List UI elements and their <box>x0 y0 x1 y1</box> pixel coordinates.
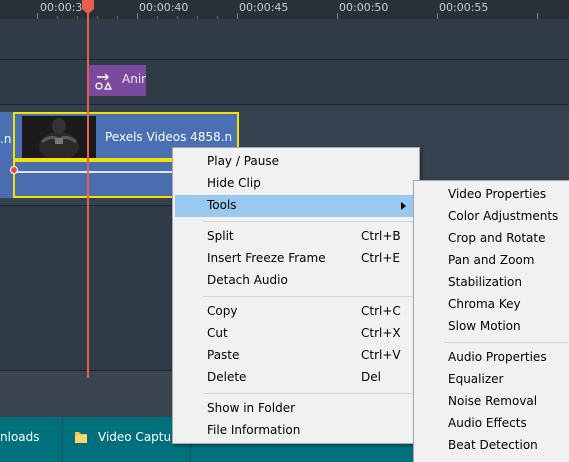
menu-item-paste[interactable]: Paste Ctrl+V <box>173 345 419 367</box>
track-effects[interactable] <box>0 60 569 104</box>
submenu-item-pan-and-zoom[interactable]: Pan and Zoom <box>414 250 569 272</box>
menu-item-tools[interactable]: Tools <box>175 195 417 217</box>
menu-item-split[interactable]: Split Ctrl+B <box>173 226 419 248</box>
menu-item-file-information[interactable]: File Information <box>173 420 419 442</box>
context-menu: Play / Pause Hide Clip Tools Split Ctrl+… <box>172 147 420 444</box>
menu-item-label: Audio Properties <box>448 350 547 364</box>
taskbar-item-downloads[interactable]: nloads <box>0 430 40 444</box>
animation-label: Anim <box>122 72 146 86</box>
menu-item-label: Stabilization <box>448 275 522 289</box>
video-clip-previous[interactable]: .n <box>0 112 13 160</box>
ruler-label: 00:00:55 <box>439 1 489 14</box>
ruler-label: 00:00:45 <box>239 1 289 14</box>
ruler-label: 00:00:40 <box>139 1 189 14</box>
menu-item-label: Delete <box>207 370 247 384</box>
ruler-label: 00:00:3 <box>40 1 83 14</box>
menu-item-delete[interactable]: Delete Del <box>173 367 419 389</box>
menu-item-label: Show in Folder <box>207 401 296 415</box>
menu-item-label: Equalizer <box>448 372 504 386</box>
menu-item-label: Noise Removal <box>448 394 538 408</box>
taskbar-divider <box>62 417 63 462</box>
menu-item-insert-freeze-frame[interactable]: Insert Freeze Frame Ctrl+E <box>173 248 419 270</box>
menu-item-label: Copy <box>207 304 238 318</box>
menu-item-hide-clip[interactable]: Hide Clip <box>173 173 419 195</box>
menu-item-shortcut: Ctrl+C <box>361 304 401 318</box>
menu-item-detach-audio[interactable]: Detach Audio <box>173 270 419 292</box>
menu-item-label: Chroma Key <box>448 297 521 311</box>
submenu-item-beat-detection[interactable]: Beat Detection <box>414 435 569 457</box>
menu-item-label: Pan and Zoom <box>448 253 535 267</box>
menu-item-shortcut: Ctrl+B <box>361 229 401 243</box>
menu-item-label: Crop and Rotate <box>448 231 546 245</box>
clip-name: Pexels Videos 4858.n <box>105 130 233 144</box>
submenu-item-crop-and-rotate[interactable]: Crop and Rotate <box>414 228 569 250</box>
submenu-item-audio-effects[interactable]: Audio Effects <box>414 413 569 435</box>
track-text[interactable] <box>0 19 569 59</box>
menu-separator <box>203 221 417 222</box>
menu-item-show-in-folder[interactable]: Show in Folder <box>173 398 419 420</box>
menu-item-shortcut: Ctrl+V <box>361 348 401 362</box>
menu-item-label: Audio Effects <box>448 416 527 430</box>
menu-item-label: Hide Clip <box>207 176 261 190</box>
submenu-item-equalizer[interactable]: Equalizer <box>414 369 569 391</box>
menu-item-label: Tools <box>207 198 237 212</box>
menu-separator <box>444 342 569 343</box>
menu-item-label: Beat Detection <box>448 438 538 452</box>
playhead-line[interactable] <box>87 6 89 378</box>
menu-separator <box>203 393 417 394</box>
tools-submenu: Video Properties Color Adjustments Crop … <box>413 180 569 462</box>
submenu-item-chroma-key[interactable]: Chroma Key <box>414 294 569 316</box>
menu-item-label: Split <box>207 229 234 243</box>
menu-item-label: Slow Motion <box>448 319 521 333</box>
menu-item-copy[interactable]: Copy Ctrl+C <box>173 301 419 323</box>
menu-item-label: Detach Audio <box>207 273 288 287</box>
menu-item-play-pause[interactable]: Play / Pause <box>173 151 419 173</box>
animation-clip[interactable]: Anim <box>88 65 146 96</box>
submenu-arrow-icon <box>401 202 406 210</box>
menu-item-label: Insert Freeze Frame <box>207 251 326 265</box>
clip-name-previous: .n <box>0 132 12 146</box>
submenu-item-noise-removal[interactable]: Noise Removal <box>414 391 569 413</box>
ruler-label: 00:00:50 <box>339 1 389 14</box>
thumbnail-image <box>22 116 96 158</box>
submenu-item-slow-motion[interactable]: Slow Motion <box>414 316 569 338</box>
transition-icon <box>95 73 113 90</box>
menu-item-label: Video Properties <box>448 187 547 201</box>
folder-icon <box>75 432 87 443</box>
submenu-item-color-adjustments[interactable]: Color Adjustments <box>414 206 569 228</box>
menu-item-label: Play / Pause <box>207 154 279 168</box>
submenu-item-stabilization[interactable]: Stabilization <box>414 272 569 294</box>
playhead-handle-icon[interactable] <box>82 0 94 14</box>
clip-thumbnail <box>22 116 96 158</box>
menu-item-label: File Information <box>207 423 301 437</box>
menu-item-cut[interactable]: Cut Ctrl+X <box>173 323 419 345</box>
menu-item-shortcut: Ctrl+E <box>361 251 400 265</box>
submenu-item-audio-properties[interactable]: Audio Properties <box>414 347 569 369</box>
menu-item-label: Paste <box>207 348 240 362</box>
menu-item-shortcut: Del <box>361 370 381 384</box>
menu-separator <box>203 296 417 297</box>
submenu-item-video-properties[interactable]: Video Properties <box>414 184 569 206</box>
taskbar-item-video-capture[interactable]: Video Capture <box>98 430 183 444</box>
menu-item-label: Cut <box>207 326 228 340</box>
menu-item-label: Color Adjustments <box>448 209 559 223</box>
menu-item-shortcut: Ctrl+X <box>361 326 401 340</box>
volume-keyframe[interactable] <box>10 166 18 174</box>
